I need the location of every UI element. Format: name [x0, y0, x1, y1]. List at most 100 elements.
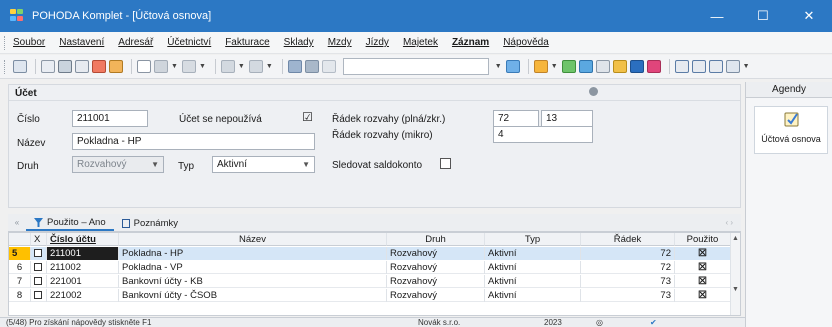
radek-mikro-input[interactable]: 4	[493, 126, 593, 143]
chevron-down-icon[interactable]: ▼	[238, 63, 245, 70]
status-help: (5/48) Pro získání nápovědy stiskněte F1	[6, 318, 152, 327]
druh-select[interactable]: Rozvahový ▼	[72, 156, 164, 173]
menu-nastaveni[interactable]: Nastavení	[59, 37, 104, 48]
delete-icon[interactable]	[321, 60, 336, 73]
cell-typ: Aktivní	[485, 261, 581, 274]
cell-druh: Rozvahový	[387, 289, 485, 302]
chevron-down-icon[interactable]: ▼	[199, 63, 206, 70]
menu-sklady[interactable]: Sklady	[284, 37, 314, 48]
row-checkbox[interactable]	[31, 261, 47, 274]
saldokonto-label: Sledovat saldokonto	[332, 160, 423, 171]
report-icon[interactable]	[92, 60, 106, 73]
scroll-down-icon[interactable]: ▼	[731, 286, 740, 293]
menu-napoveda[interactable]: Nápověda	[503, 37, 549, 48]
layout-icon[interactable]	[13, 60, 27, 73]
new-record-icon[interactable]	[137, 60, 151, 73]
table-row[interactable]: 6 211002 Pokladna - VP Rozvahový Aktivní…	[9, 261, 740, 274]
col-nazev[interactable]: Název	[119, 233, 387, 246]
saldokonto-checkbox[interactable]	[440, 158, 451, 169]
nepouziva-checkbox[interactable]: ☑	[302, 111, 313, 124]
row-checkbox[interactable]	[31, 289, 47, 302]
minimize-button[interactable]: —	[694, 0, 740, 32]
chevron-down-icon[interactable]: ▼	[171, 63, 178, 70]
filter-icon[interactable]	[505, 60, 520, 73]
checked-x-icon: ☒	[675, 289, 731, 302]
print-icon[interactable]	[58, 60, 72, 73]
table-row[interactable]: 5 211001 Pokladna - HP Rozvahový Aktivní…	[9, 247, 740, 260]
panel-icon[interactable]	[708, 60, 723, 73]
cell-typ: Aktivní	[485, 247, 581, 260]
col-cislo-uctu[interactable]: Číslo účtu	[47, 233, 119, 246]
menu-adresar[interactable]: Adresář	[118, 37, 153, 48]
title-bar: POHODA Komplet - [Účtová osnova] — ☐ ✕	[0, 0, 832, 32]
users-icon[interactable]	[612, 60, 627, 73]
status-company: Novák s.r.o.	[418, 318, 461, 327]
agenda-item-label: Účtová osnova	[761, 134, 821, 144]
druh-value: Rozvahový	[77, 159, 127, 170]
collapse-icon[interactable]: «	[8, 218, 26, 227]
document-icon[interactable]	[578, 60, 593, 73]
chevron-down-icon[interactable]: ▼	[495, 63, 502, 70]
close-button[interactable]: ✕	[786, 0, 832, 32]
col-druh[interactable]: Druh	[387, 233, 485, 246]
scroll-up-icon[interactable]: ▲	[731, 235, 740, 242]
agenda-item-uctova-osnova[interactable]: Účtová osnova	[754, 106, 828, 154]
chevron-down-icon[interactable]: ▼	[266, 63, 273, 70]
menu-jizdy[interactable]: Jízdy	[366, 37, 389, 48]
quick-search-combo[interactable]	[342, 58, 489, 75]
menubar-grip	[4, 35, 7, 50]
window-icon[interactable]	[674, 60, 689, 73]
chevron-down-icon[interactable]: ▼	[743, 63, 750, 70]
copy-icon[interactable]	[41, 60, 55, 73]
note-icon	[121, 218, 130, 228]
checked-x-icon: ☒	[675, 275, 731, 288]
col-pouzito[interactable]: Použito	[675, 233, 731, 246]
nepouziva-label: Účet se nepoužívá	[179, 114, 262, 125]
row-number: 6	[9, 261, 31, 274]
menu-majetek[interactable]: Majetek	[403, 37, 438, 48]
menu-soubor[interactable]: Soubor	[13, 37, 45, 48]
radek-plna-input[interactable]: 72	[493, 110, 539, 127]
cislo-input[interactable]: 211001	[72, 110, 148, 127]
menu-fakturace[interactable]: Fakturace	[225, 37, 269, 48]
list-icon[interactable]	[181, 60, 196, 73]
save-icon[interactable]	[287, 60, 302, 73]
menu-ucetnictvi[interactable]: Účetnictví	[167, 37, 211, 48]
table-scrollbar[interactable]: ▲ ▼	[730, 233, 740, 315]
col-typ[interactable]: Typ	[485, 233, 581, 246]
pin-icon[interactable]	[589, 87, 598, 96]
col-x[interactable]: X	[31, 233, 47, 246]
forward-icon[interactable]	[248, 60, 263, 73]
chart-icon[interactable]	[646, 60, 661, 73]
maximize-button[interactable]: ☐	[740, 0, 786, 32]
tab-nav-arrows[interactable]: ‹ ›	[725, 218, 733, 227]
calendar-icon[interactable]	[595, 60, 610, 73]
account-form: Účet Číslo 211001 Účet se nepoužívá ☑ Ná…	[8, 84, 741, 208]
typ-select[interactable]: Aktivní ▼	[212, 156, 315, 173]
radek-zkr-input[interactable]: 13	[541, 110, 593, 127]
status-year: 2023	[544, 318, 562, 327]
tab-poznamky[interactable]: Poznámky	[114, 215, 186, 231]
iban-icon[interactable]	[629, 60, 644, 73]
chevron-down-icon[interactable]: ▼	[551, 63, 558, 70]
table-row[interactable]: 8 221002 Bankovní účty - ČSOB Rozvahový …	[9, 289, 740, 302]
split-window-icon[interactable]	[691, 60, 706, 73]
help-icon[interactable]	[725, 60, 740, 73]
print-preview-icon[interactable]	[75, 60, 89, 73]
folder-icon[interactable]	[109, 60, 123, 73]
menu-mzdy[interactable]: Mzdy	[328, 37, 352, 48]
menu-zaznam[interactable]: Záznam	[452, 37, 489, 48]
table-row[interactable]: 7 221001 Bankovní účty - KB Rozvahový Ak…	[9, 275, 740, 288]
accounting-icon[interactable]	[533, 60, 548, 73]
row-checkbox[interactable]	[31, 247, 47, 260]
back-icon[interactable]	[220, 60, 235, 73]
nazev-input[interactable]: Pokladna - HP	[72, 133, 315, 150]
col-radek[interactable]: Řádek	[581, 233, 675, 246]
agendy-panel: Agendy Účtová osnova	[745, 82, 832, 327]
row-checkbox[interactable]	[31, 275, 47, 288]
excel-icon[interactable]	[561, 60, 576, 73]
cancel-icon[interactable]	[304, 60, 319, 73]
pohoda-logo-icon	[10, 9, 26, 23]
edit-icon[interactable]	[154, 60, 168, 73]
tab-pouzito[interactable]: Použito – Ano	[26, 215, 114, 231]
